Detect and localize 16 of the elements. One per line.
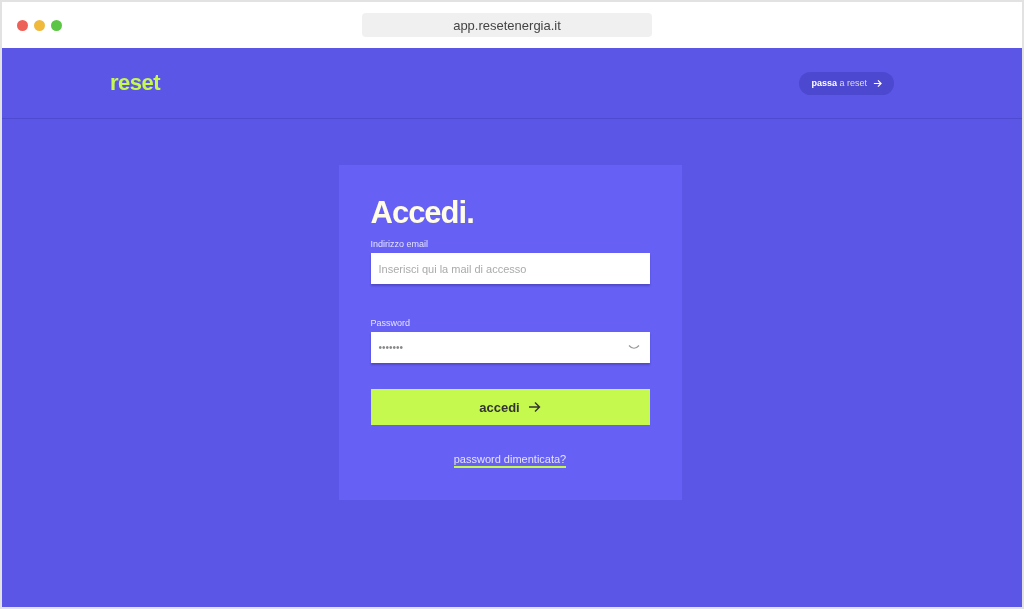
minimize-icon[interactable] [34,19,45,31]
switch-link[interactable]: passa a reset [799,71,894,95]
password-field[interactable]: ••••••• [370,332,650,363]
maximize-icon[interactable] [51,19,62,31]
address-bar[interactable]: app.resetenergia.it [362,13,652,37]
logo[interactable]: reset [110,70,161,96]
login-title: Accedi. [370,195,475,231]
arrow-icon [527,401,541,413]
forgot-password-link[interactable]: password dimenticata? [453,453,567,468]
email-field[interactable]: Inserisci qui la mail di accesso [370,253,650,284]
field-label: Indirizzo email [370,239,430,249]
arrow-icon [873,78,882,88]
close-icon[interactable] [17,19,28,31]
eye-closed-icon[interactable] [627,344,640,351]
login-button[interactable]: accedi [370,389,650,425]
field-label: Password [370,318,411,328]
